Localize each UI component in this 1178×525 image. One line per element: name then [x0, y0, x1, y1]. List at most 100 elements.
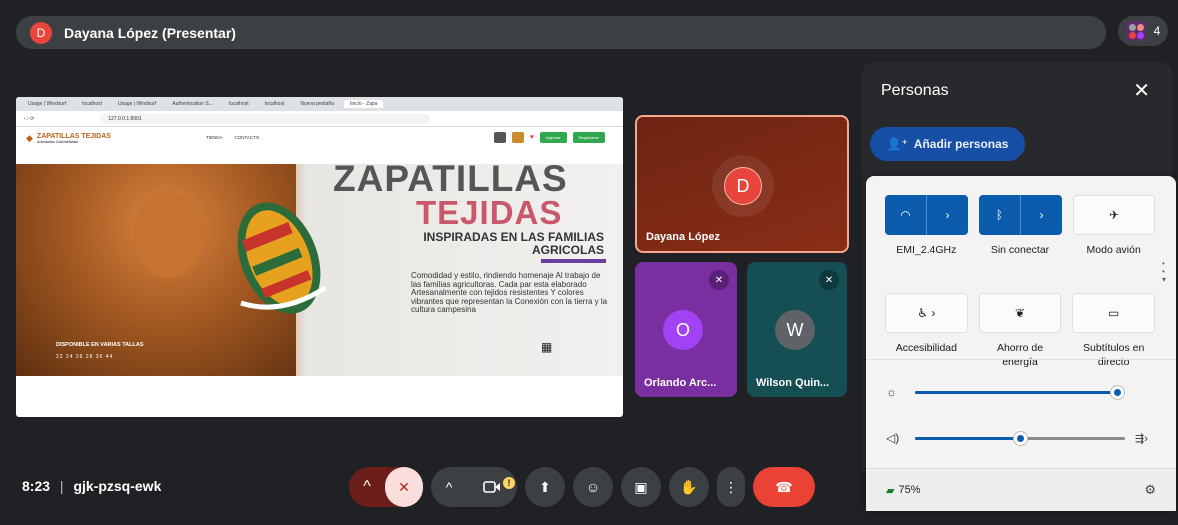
site-nav-buttons: ♥ Ingresar Registrarse — [493, 132, 605, 143]
participant-name: Wilson Quin... — [756, 377, 830, 389]
browser-tab: localhost — [228, 101, 249, 107]
present-screen-button[interactable]: ⬆ — [525, 467, 565, 507]
accessibility-icon: ♿ › — [917, 306, 936, 320]
site-nav-links: TIENDA CONTACTO — [206, 135, 259, 140]
volume-track[interactable] — [915, 431, 1125, 445]
participant-name: Dayana López — [646, 231, 720, 243]
farmer-face — [134, 192, 204, 278]
accessibility-toggle[interactable]: ♿ › — [885, 293, 968, 333]
browser-tab: Usage | Windsurf — [28, 101, 67, 107]
brightness-slider[interactable]: ☼ — [886, 382, 1156, 402]
add-people-button[interactable]: 👤⁺ Añadir personas — [870, 127, 1025, 161]
participant-tile-wilson[interactable]: ✕ W Wilson Quin... — [747, 262, 847, 397]
participant-tile-orlando[interactable]: ✕ O Orlando Arc... — [635, 262, 737, 397]
volume-fill — [915, 436, 1020, 440]
meeting-separator: | — [59, 478, 64, 494]
airplane-label: Modo avión — [1086, 244, 1141, 256]
speaker-icon[interactable]: ◁) — [886, 431, 910, 445]
add-people-label: Añadir personas — [913, 137, 1009, 151]
audio-options-chevron-icon[interactable]: ^ — [349, 467, 385, 507]
site-brand-name: ZAPATILLAS TEJIDAS — [36, 132, 111, 140]
participant-tile-dayana[interactable]: D Dayana López — [635, 115, 849, 253]
hero-underline — [541, 259, 606, 263]
brightness-track[interactable] — [915, 385, 1125, 399]
avatar: O — [663, 310, 703, 350]
browser-tab: Nueva pestaña — [300, 101, 334, 107]
video-options-chevron-icon[interactable]: ^ — [431, 479, 467, 495]
battery-icon[interactable]: ▰ — [886, 484, 894, 497]
meeting-time: 8:23 — [22, 478, 51, 494]
leaf-icon: ❦ — [1014, 306, 1026, 320]
hero-title-accent: TEJIDAS — [416, 194, 563, 231]
participants-button[interactable]: 4 — [1118, 16, 1168, 46]
mic-control-group: ^ ✕ — [349, 467, 423, 507]
browser-address-bar: ‹ › ⟳ 127.0.0.1:8001 — [16, 111, 623, 127]
back-forward-icon: ‹ › ⟳ — [24, 115, 35, 122]
nav-tienda: TIENDA — [206, 135, 223, 140]
avatar: W — [775, 310, 815, 350]
quick-settings-footer: ▰ 75% ⚙ — [866, 468, 1176, 511]
participants-avatars-icon — [1125, 21, 1146, 41]
leave-call-button[interactable]: ☎ — [753, 467, 815, 507]
wifi-toggle[interactable]: ◠ › — [885, 195, 968, 235]
meet-stage: D Dayana López (Presentar) 4 Usage | Win… — [0, 0, 1178, 525]
gear-icon[interactable]: ⚙ — [1144, 482, 1156, 498]
cart-icon — [511, 132, 524, 143]
wifi-icon: ◠ — [885, 195, 927, 235]
camera-button[interactable]: ! — [467, 477, 517, 494]
brightness-icon: ☼ — [886, 385, 897, 399]
participants-count: 4 — [1153, 24, 1161, 38]
divider — [866, 359, 1176, 360]
presenter-title: Dayana López (Presentar) — [64, 24, 236, 41]
airplane-mode-toggle[interactable]: ✈ — [1073, 195, 1155, 235]
quick-settings-grid: ◠ › ᛒ › ✈ EMI_2.4GHz Sin conectar Modo a… — [885, 195, 1156, 391]
raise-hand-button[interactable]: ✋ — [669, 467, 709, 507]
bluetooth-chevron-icon[interactable]: › — [1021, 208, 1062, 222]
browser-tab: localhost — [82, 101, 102, 107]
meeting-code: gjk-pzsq-ewk — [73, 478, 162, 494]
airplane-icon: ✈ — [1108, 208, 1120, 222]
presenter-avatar: D — [30, 21, 52, 44]
volume-slider[interactable]: ◁) ⇶› — [886, 428, 1156, 448]
panel-title: Personas — [881, 82, 949, 99]
scroll-indicator-icon[interactable]: • • ▾ — [1162, 260, 1166, 284]
live-captions-toggle[interactable]: ▭ — [1072, 293, 1156, 333]
calendar-icon: ▦ — [541, 340, 553, 354]
add-person-icon: 👤⁺ — [886, 137, 908, 151]
browser-tab: localhost — [264, 101, 285, 107]
mic-muted-icon: ✕ — [819, 270, 839, 290]
bluetooth-toggle[interactable]: ᛒ › — [979, 195, 1062, 235]
brightness-thumb[interactable] — [1110, 385, 1124, 399]
volume-thumb[interactable] — [1014, 431, 1027, 445]
more-options-button[interactable]: ⋮ — [717, 467, 745, 507]
register-button: Registrarse — [572, 132, 605, 143]
sizes-text: 22 24 26 28 36 44 — [56, 354, 114, 360]
browser-tab: Usage | Windsurf — [118, 101, 157, 107]
wifi-label: EMI_2.4GHz — [896, 244, 957, 256]
captions-icon: ▭ — [1108, 306, 1120, 320]
bluetooth-label: Sin conectar — [990, 244, 1050, 256]
site-navbar: ◆ ZAPATILLAS TEJIDAS Artesanías Colombia… — [16, 127, 623, 149]
emoji-button[interactable]: ☺ — [573, 467, 613, 507]
hero-description: Comodidad y estilo, rindiendo homenaje A… — [411, 271, 608, 315]
mic-off-button[interactable]: ✕ — [385, 467, 423, 507]
site-logo-icon: ◆ — [26, 132, 33, 143]
audio-mixer-icon[interactable]: ⇶› — [1135, 432, 1148, 445]
heart-icon: ♥ — [529, 134, 534, 141]
hero-subtitle: INSPIRADAS EN LAS FAMILIAS AGRICOLAS — [423, 230, 604, 257]
browser-tab-active: Inicio - Zapa — [343, 100, 384, 108]
quick-settings-panel: ◠ › ᛒ › ✈ EMI_2.4GHz Sin conectar Modo a… — [866, 176, 1176, 511]
warning-icon: ! — [503, 477, 515, 489]
presenter-bar: D Dayana López (Presentar) — [16, 16, 1106, 49]
brightness-fill — [915, 390, 1117, 394]
wifi-chevron-icon[interactable]: › — [927, 208, 968, 222]
battery-percent: 75% — [898, 484, 921, 496]
camera-icon — [483, 481, 500, 493]
woven-shoe-image — [237, 202, 327, 314]
nav-contacto: CONTACTO — [234, 135, 260, 140]
bluetooth-icon: ᛒ — [979, 195, 1021, 235]
energy-saver-toggle[interactable]: ❦ — [978, 293, 1062, 333]
participant-name: Orlando Arc... — [644, 377, 717, 389]
close-icon[interactable]: ✕ — [1133, 78, 1150, 103]
captions-button[interactable]: ▣ — [621, 467, 661, 507]
